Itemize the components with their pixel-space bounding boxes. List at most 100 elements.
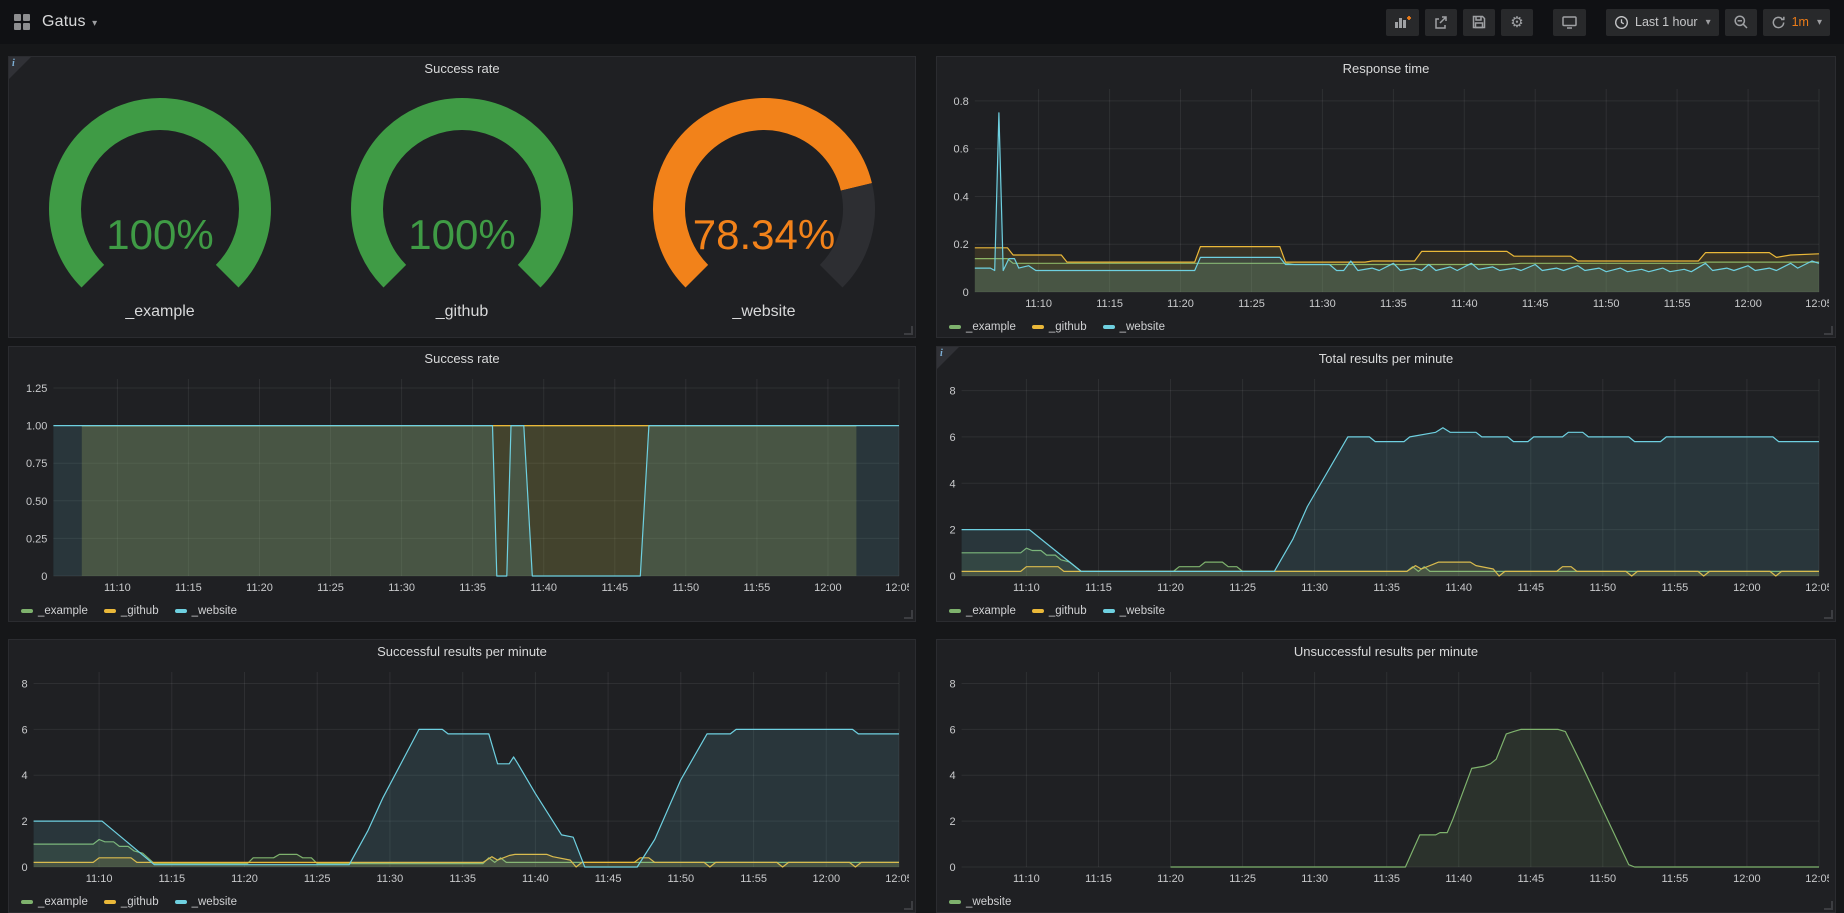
apps-menu-icon[interactable] — [14, 14, 30, 30]
gear-icon: ⚙ — [1510, 13, 1523, 31]
svg-text:11:25: 11:25 — [1238, 298, 1265, 310]
svg-text:0.2: 0.2 — [954, 239, 969, 251]
svg-text:11:25: 11:25 — [304, 873, 331, 885]
chevron-down-icon: ▾ — [1817, 17, 1822, 28]
panel-title[interactable]: Success rate — [9, 57, 915, 81]
svg-text:0: 0 — [949, 571, 955, 583]
svg-text:11:30: 11:30 — [1309, 298, 1336, 310]
panel-title[interactable]: Total results per minute — [937, 347, 1835, 371]
panel-title[interactable]: Unsuccessful results per minute — [937, 640, 1835, 664]
legend-item-_example[interactable]: _example — [21, 896, 88, 908]
add-panel-icon — [1394, 14, 1411, 30]
legend-swatch — [104, 609, 116, 613]
legend-item-_website[interactable]: _website — [175, 896, 237, 908]
svg-text:11:45: 11:45 — [1517, 873, 1544, 885]
share-dashboard-button[interactable] — [1425, 9, 1457, 36]
svg-text:11:35: 11:35 — [449, 873, 476, 885]
svg-text:12:00: 12:00 — [1734, 298, 1762, 310]
svg-text:11:15: 11:15 — [1085, 582, 1112, 594]
legend-label: _website — [192, 605, 237, 617]
panel-title[interactable]: Success rate — [9, 347, 915, 371]
series-line-_github — [975, 247, 1819, 263]
svg-text:12:00: 12:00 — [1733, 873, 1761, 885]
svg-text:11:15: 11:15 — [1096, 298, 1123, 310]
svg-text:11:55: 11:55 — [744, 582, 771, 594]
legend-item-_github[interactable]: _github — [104, 896, 159, 908]
gauge-name: _website — [732, 303, 795, 321]
legend-item-_website[interactable]: _website — [949, 896, 1011, 908]
dashboard-title-dropdown[interactable]: Gatus ▾ — [42, 13, 97, 31]
panel-total-results: i Total results per minute 11:1011:1511:… — [936, 346, 1836, 622]
series-line-_website — [975, 113, 1819, 272]
gauge-name: _example — [125, 303, 194, 321]
legend-item-_example[interactable]: _example — [21, 605, 88, 617]
legend-item-_github[interactable]: _github — [104, 605, 159, 617]
panel-info-corner[interactable]: i — [937, 347, 959, 369]
zoom-out-button[interactable] — [1725, 9, 1757, 36]
svg-text:11:40: 11:40 — [1445, 873, 1472, 885]
success-rate-chart[interactable]: 11:1011:1511:2011:2511:3011:3511:4011:45… — [15, 371, 909, 617]
total-results-chart[interactable]: 11:1011:1511:2011:2511:3011:3511:4011:45… — [943, 371, 1829, 617]
save-dashboard-button[interactable] — [1463, 9, 1495, 36]
panel-info-corner[interactable]: i — [9, 57, 31, 79]
svg-text:2: 2 — [21, 816, 27, 828]
panel-response-time: Response time 11:1011:1511:2011:2511:301… — [936, 56, 1836, 338]
svg-text:12:05: 12:05 — [1805, 298, 1829, 310]
legend-item-_website[interactable]: _website — [175, 605, 237, 617]
gauge-set: 100%_example100%_github78.34%_website — [9, 81, 915, 337]
legend-item-_website[interactable]: _website — [1103, 321, 1165, 333]
panel-success-rate-graph: Success rate 11:1011:1511:2011:2511:3011… — [8, 346, 916, 622]
panel-title[interactable]: Successful results per minute — [9, 640, 915, 664]
chart-legend: _example _github _website — [943, 316, 1829, 338]
share-icon — [1433, 14, 1449, 30]
chart-svg: 11:1011:1511:2011:2511:3011:3511:4011:45… — [943, 81, 1829, 311]
legend-label: _example — [38, 896, 88, 908]
legend-item-_github[interactable]: _github — [1032, 605, 1087, 617]
svg-text:8: 8 — [949, 386, 955, 398]
chevron-down-icon: ▾ — [1706, 17, 1711, 28]
dashboard-settings-button[interactable]: ⚙ — [1501, 9, 1533, 36]
refresh-icon — [1771, 15, 1786, 30]
panel-title[interactable]: Response time — [937, 57, 1835, 81]
legend-item-_example[interactable]: _example — [949, 321, 1016, 333]
legend-label: _example — [966, 321, 1016, 333]
svg-text:0: 0 — [949, 862, 955, 874]
svg-text:11:35: 11:35 — [459, 582, 486, 594]
svg-text:12:00: 12:00 — [813, 873, 841, 885]
svg-text:1.00: 1.00 — [26, 421, 47, 433]
successful-results-chart[interactable]: 11:1011:1511:2011:2511:3011:3511:4011:45… — [15, 664, 909, 908]
panel-successful-results: Successful results per minute 11:1011:15… — [8, 639, 916, 913]
svg-text:0.4: 0.4 — [954, 192, 969, 204]
gauge-svg: 100% — [312, 97, 612, 303]
panel-success-rate-gauges: i Success rate 100%_example100%_github78… — [8, 56, 916, 338]
clock-icon — [1614, 15, 1629, 30]
svg-text:11:45: 11:45 — [1522, 298, 1549, 310]
add-panel-button[interactable] — [1386, 9, 1419, 36]
chart-legend: _example _github _website — [943, 600, 1829, 622]
svg-text:11:50: 11:50 — [667, 873, 694, 885]
unsuccessful-results-chart[interactable]: 11:1011:1511:2011:2511:3011:3511:4011:45… — [943, 664, 1829, 908]
svg-text:6: 6 — [21, 724, 27, 736]
series-area-_website — [53, 426, 899, 576]
legend-item-_website[interactable]: _website — [1103, 605, 1165, 617]
svg-text:11:10: 11:10 — [104, 582, 131, 594]
svg-text:11:20: 11:20 — [231, 873, 258, 885]
gauge-_website: 78.34%_website — [614, 97, 914, 321]
time-range-picker-button[interactable]: Last 1 hour ▾ — [1606, 9, 1719, 36]
cycle-view-mode-button[interactable] — [1553, 9, 1586, 36]
response-time-chart[interactable]: 11:1011:1511:2011:2511:3011:3511:4011:45… — [943, 81, 1829, 333]
svg-text:11:30: 11:30 — [1301, 582, 1328, 594]
zoom-out-icon — [1733, 14, 1749, 30]
svg-text:11:50: 11:50 — [1589, 873, 1616, 885]
legend-label: _website — [192, 896, 237, 908]
svg-text:4: 4 — [949, 770, 955, 782]
legend-item-_github[interactable]: _github — [1032, 321, 1087, 333]
svg-text:11:30: 11:30 — [388, 582, 415, 594]
chart-legend: _example _github _website — [15, 891, 909, 913]
svg-text:11:20: 11:20 — [1157, 582, 1184, 594]
save-icon — [1471, 14, 1487, 30]
legend-item-_example[interactable]: _example — [949, 605, 1016, 617]
refresh-picker-button[interactable]: 1m ▾ — [1763, 9, 1830, 36]
legend-swatch — [21, 609, 33, 613]
svg-text:11:50: 11:50 — [1589, 582, 1616, 594]
